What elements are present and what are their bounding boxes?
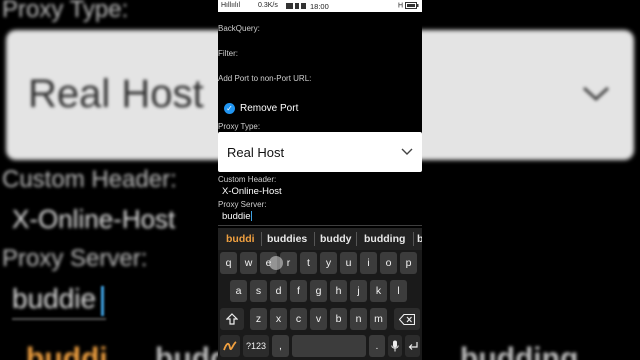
key-i[interactable]: i [360,252,377,274]
period-key[interactable]: . [369,335,385,357]
key-k[interactable]: k [370,280,387,302]
input-underline [218,225,422,226]
bg-real-host: Real Host [28,72,204,116]
key-o[interactable]: o [380,252,397,274]
suggestion-buddy[interactable]: buddy [320,233,352,245]
key-a[interactable]: a [230,280,247,302]
back-query-label: BackQuery: [218,24,260,33]
key-t[interactable]: t [300,252,317,274]
status-bar: Hıllıılıl 0.3K/s 18:00 H [218,0,422,12]
touch-indicator [269,256,283,270]
network-speed: 0.3K/s [258,2,278,9]
suggestion-buddies[interactable]: buddies [267,233,307,245]
key-b[interactable]: b [330,308,347,330]
bg-suggestion-1: buddi [26,342,108,360]
custom-header-label: Custom Header: [218,175,277,184]
key-n[interactable]: n [350,308,367,330]
suggestion-bar: buddi buddies buddy budding b [218,228,422,250]
shift-icon [225,313,239,325]
swype-icon [223,341,237,351]
check-icon: ✓ [224,103,235,114]
key-g[interactable]: g [310,280,327,302]
symbols-key[interactable]: ?123 [243,335,269,357]
key-y[interactable]: y [320,252,337,274]
key-f[interactable]: f [290,280,307,302]
suggestion-divider [261,232,262,246]
space-key[interactable] [292,335,366,357]
enter-icon [408,342,418,351]
bg-server-value: buddie [12,283,97,314]
signal-indicator: Hıllıılıl [221,2,241,9]
key-w[interactable]: w [240,252,257,274]
bg-text-cursor [101,286,104,316]
network-type: H [397,2,404,10]
add-port-label: Add Port to non-Port URL: [218,74,312,83]
bg-suggestion-3: budding [460,342,579,360]
key-m[interactable]: m [370,308,387,330]
phone-screen: Hıllıılıl 0.3K/s 18:00 H BackQuery: Filt… [218,0,422,360]
notification-icons-svg [286,3,306,9]
backspace-icon [398,313,416,325]
key-s[interactable]: s [250,280,267,302]
notification-icons [286,2,306,12]
proxy-type-dropdown[interactable]: Real Host [218,132,422,172]
remove-port-checkbox[interactable]: ✓ Remove Port [224,103,298,114]
key-l[interactable]: l [390,280,407,302]
key-x[interactable]: x [270,308,287,330]
suggestion-buddi[interactable]: buddi [226,233,255,245]
suggestion-divider [413,232,414,246]
chevron-down-icon [401,148,413,155]
key-c[interactable]: c [290,308,307,330]
key-j[interactable]: j [350,280,367,302]
bg-proxy-type-label: Proxy Type: [2,0,129,23]
key-h[interactable]: h [330,280,347,302]
swype-key[interactable] [220,335,240,357]
key-d[interactable]: d [270,280,287,302]
backspace-key[interactable] [394,308,420,330]
key-v[interactable]: v [310,308,327,330]
custom-header-field[interactable]: X-Online-Host [222,186,282,197]
suggestion-divider [356,232,357,246]
key-p[interactable]: p [400,252,417,274]
bg-custom-header-label: Custom Header: [2,166,177,193]
comma-key[interactable]: , [272,335,289,357]
proxy-type-value: Real Host [227,145,285,160]
status-right: H [398,2,419,9]
bg-proxy-server-label: Proxy Server: [2,245,148,272]
remove-port-label: Remove Port [240,103,299,114]
soft-keyboard: buddi buddies buddy budding b q w e r t … [218,228,422,360]
key-q[interactable]: q [220,252,237,274]
proxy-type-label: Proxy Type: [218,122,261,131]
microphone-icon [391,340,399,352]
bg-header-value: X-Online-Host [12,204,176,234]
bg-underline [12,318,106,320]
suggestion-more[interactable]: b [417,233,422,245]
suggestion-divider [314,232,315,246]
text-cursor [250,211,252,222]
proxy-server-label: Proxy Server: [218,200,267,209]
key-u[interactable]: u [340,252,357,274]
key-z[interactable]: z [250,308,267,330]
filter-label: Filter: [218,49,238,58]
mic-key[interactable] [388,335,402,357]
enter-key[interactable] [405,335,420,357]
shift-key[interactable] [220,308,244,330]
proxy-server-value: buddie [222,211,251,222]
proxy-server-field[interactable]: buddie [222,211,252,222]
clock: 18:00 [310,2,329,11]
bg-chevron-icon [582,86,610,102]
battery-icon [405,2,419,9]
suggestion-budding[interactable]: budding [364,233,405,245]
